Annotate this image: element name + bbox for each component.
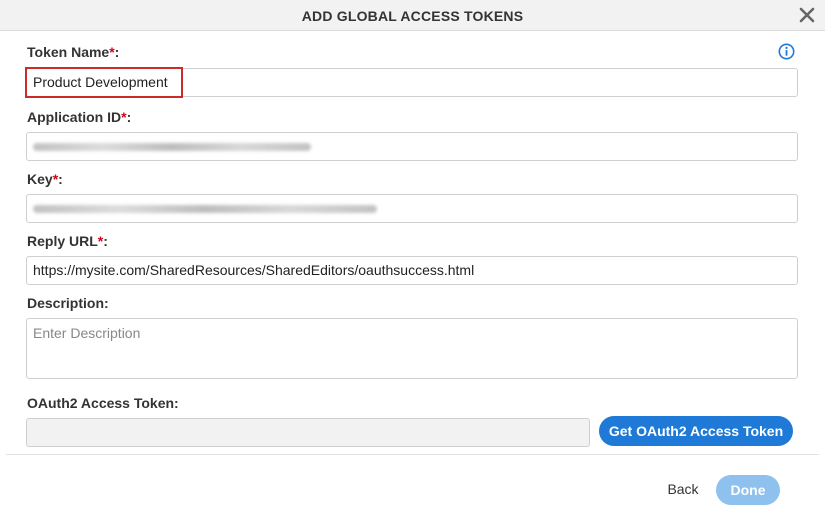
description-label: Description: bbox=[27, 295, 109, 311]
application-id-input[interactable] bbox=[26, 132, 798, 161]
masked-value bbox=[33, 205, 377, 213]
oauth2-token-label: OAuth2 Access Token: bbox=[27, 395, 179, 411]
key-label: Key*: bbox=[27, 171, 63, 187]
close-icon[interactable] bbox=[799, 7, 815, 23]
token-name-input[interactable]: Product Development bbox=[26, 68, 798, 97]
description-textarea[interactable] bbox=[26, 318, 798, 379]
oauth2-token-field bbox=[26, 418, 590, 447]
key-input[interactable] bbox=[26, 194, 798, 223]
get-oauth2-token-button[interactable]: Get OAuth2 Access Token bbox=[599, 416, 793, 446]
done-button[interactable]: Done bbox=[716, 475, 780, 505]
application-id-label: Application ID*: bbox=[27, 109, 132, 125]
dialog-title: ADD GLOBAL ACCESS TOKENS bbox=[301, 8, 524, 24]
footer-divider bbox=[6, 454, 819, 455]
dialog-header: ADD GLOBAL ACCESS TOKENS bbox=[0, 0, 825, 31]
masked-value bbox=[33, 143, 311, 151]
reply-url-input[interactable]: https://mysite.com/SharedResources/Share… bbox=[26, 256, 798, 285]
token-name-label: Token Name*: bbox=[27, 44, 120, 60]
reply-url-label: Reply URL*: bbox=[27, 233, 108, 249]
info-icon[interactable] bbox=[778, 43, 795, 60]
back-button[interactable]: Back bbox=[659, 478, 707, 500]
